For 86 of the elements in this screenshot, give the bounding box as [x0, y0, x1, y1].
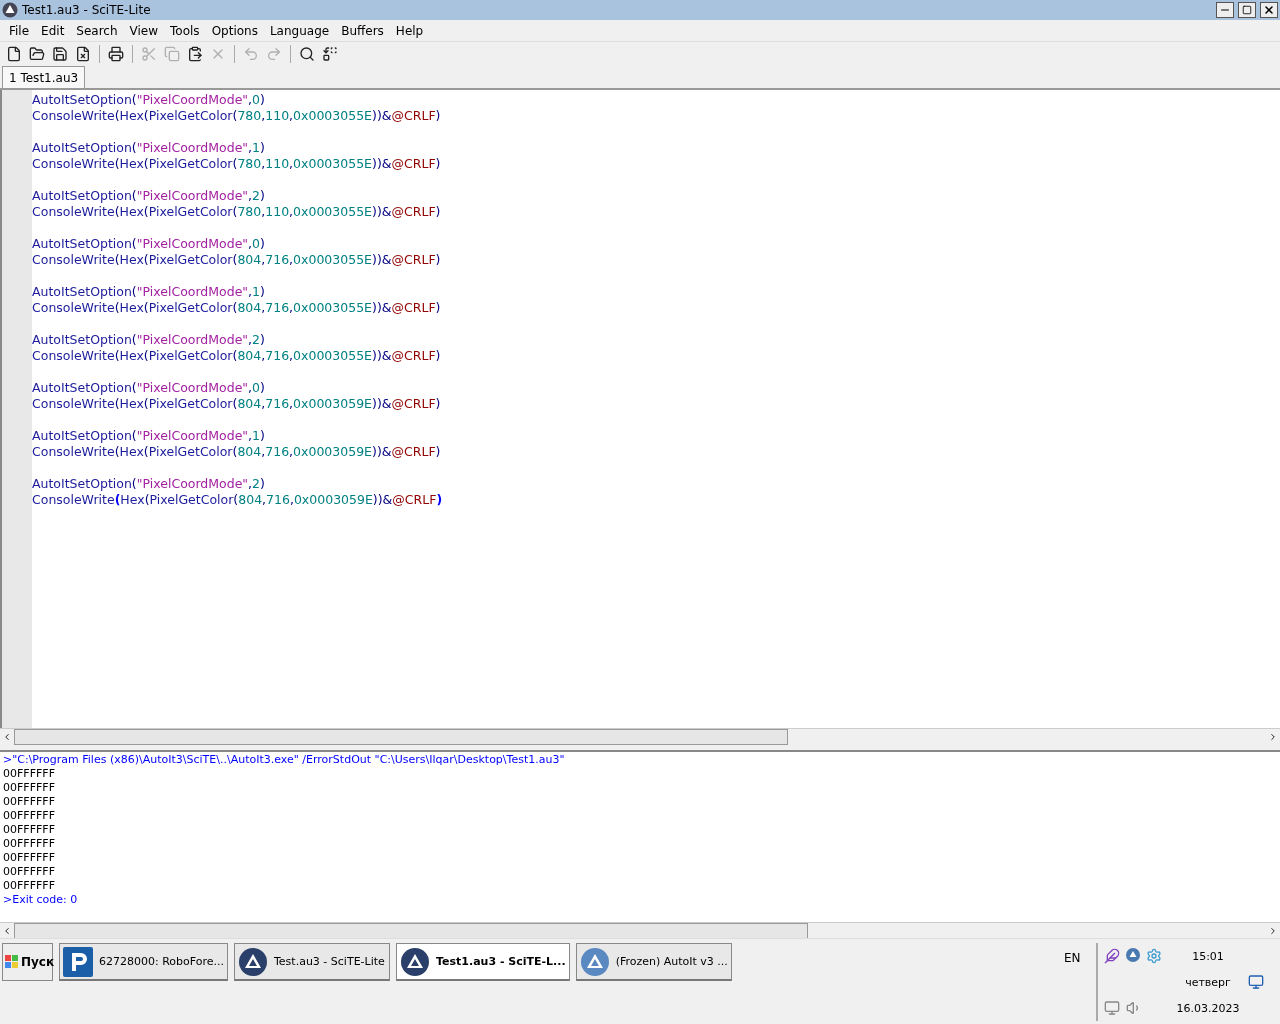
folder-icon: [29, 46, 45, 62]
output-line: 00FFFFFF: [3, 795, 56, 809]
horizontal-scrollbar[interactable]: [0, 922, 1280, 938]
undo-icon: [243, 46, 259, 62]
code-line: AutoItSetOption("PixelCoordMode",0): [32, 380, 266, 396]
taskbar-button[interactable]: (Frozen) AutoIt v3 ...: [575, 943, 732, 981]
output-line: 00FFFFFF: [3, 809, 56, 823]
taskbar-button[interactable]: 62728000: RoboFore...: [59, 943, 228, 981]
copy-icon: [164, 46, 180, 62]
scroll-right-icon[interactable]: [1268, 926, 1278, 936]
app-logo-icon: [400, 946, 430, 977]
network-icon[interactable]: [1104, 1000, 1120, 1016]
toolbar-button[interactable]: [50, 44, 70, 64]
minimize-button[interactable]: [1216, 2, 1234, 18]
code-line: ConsoleWrite(Hex(PixelGetColor(804,716,0x0003059E))&@CRLF): [32, 492, 444, 508]
code-line: AutoItSetOption("PixelCoordMode",1): [32, 428, 266, 444]
restore-icon: [1242, 5, 1252, 15]
close-icon: [1263, 4, 1275, 16]
desktop-icon[interactable]: [1248, 974, 1264, 990]
replace-icon: [322, 46, 338, 62]
close-button[interactable]: [1260, 2, 1278, 18]
code-line: AutoItSetOption("PixelCoordMode",0): [32, 236, 266, 252]
output-line: 00FFFFFF: [3, 781, 56, 795]
windows-logo-icon: [5, 955, 19, 969]
code-line: ConsoleWrite(Hex(PixelGetColor(780,110,0x0003055E))&@CRLF): [32, 156, 442, 172]
taskbar-button[interactable]: Test1.au3 - SciTE-L...: [396, 943, 570, 981]
output-line: 00FFFFFF: [3, 865, 56, 879]
new-file-icon: [6, 46, 22, 62]
scroll-right-icon[interactable]: [1268, 732, 1278, 742]
output-line: >Exit code: 0: [3, 893, 79, 907]
output-line: 00FFFFFF: [3, 767, 56, 781]
output-line: 00FFFFFF: [3, 837, 56, 851]
code-line: AutoItSetOption("PixelCoordMode",2): [32, 476, 266, 492]
app-logo-icon: [579, 946, 610, 977]
clock-day: четверг: [1168, 975, 1248, 989]
save-icon: [52, 46, 68, 62]
search-icon: [299, 46, 315, 62]
menu-item[interactable]: Edit: [35, 23, 71, 38]
app-logo-icon: [238, 946, 268, 977]
code-line: AutoItSetOption("PixelCoordMode",1): [32, 140, 266, 156]
code-line: ConsoleWrite(Hex(PixelGetColor(804,716,0x0003055E))&@CRLF): [32, 300, 442, 316]
output-line: 00FFFFFF: [3, 851, 56, 865]
code-line: ConsoleWrite(Hex(PixelGetColor(804,716,0x0003059E))&@CRLF): [32, 396, 442, 412]
app-logo-icon: [2, 2, 18, 18]
menu-item[interactable]: Language: [263, 23, 336, 38]
scroll-left-icon[interactable]: [2, 926, 12, 936]
menu-item[interactable]: Buffers: [335, 23, 390, 38]
code-line: ConsoleWrite(Hex(PixelGetColor(804,716,0x0003059E))&@CRLF): [32, 444, 442, 460]
feather-icon[interactable]: [1104, 948, 1120, 964]
app-logo-icon: [63, 946, 93, 977]
menu-item[interactable]: Search: [70, 23, 124, 38]
code-line: AutoItSetOption("PixelCoordMode",1): [32, 284, 266, 300]
code-line: ConsoleWrite(Hex(PixelGetColor(780,110,0x0003055E))&@CRLF): [32, 108, 442, 124]
gear-icon[interactable]: [1146, 948, 1162, 964]
code-line: ConsoleWrite(Hex(PixelGetColor(780,110,0x0003055E))&@CRLF): [32, 204, 442, 220]
window-title: Test1.au3 - SciTE-Lite: [22, 3, 152, 17]
redo-icon: [266, 46, 282, 62]
horizontal-scrollbar[interactable]: [0, 728, 1280, 744]
menu-item[interactable]: Options: [205, 23, 264, 38]
clock-time: 15:01: [1191, 949, 1225, 963]
code-line: ConsoleWrite(Hex(PixelGetColor(804,716,0x0003055E))&@CRLF): [32, 348, 442, 364]
toolbar-button[interactable]: [106, 44, 126, 64]
code-line: AutoItSetOption("PixelCoordMode",2): [32, 332, 266, 348]
code-line: ConsoleWrite(Hex(PixelGetColor(804,716,0x0003055E))&@CRLF): [32, 252, 442, 268]
scissors-icon: [141, 46, 157, 62]
restore-button[interactable]: [1238, 2, 1256, 18]
printer-icon: [108, 46, 124, 62]
close-file-icon: [75, 46, 91, 62]
scroll-left-icon[interactable]: [2, 732, 12, 742]
code-line: AutoItSetOption("PixelCoordMode",0): [32, 92, 266, 108]
output-line: 00FFFFFF: [3, 879, 56, 893]
output-line: 00FFFFFF: [3, 823, 56, 837]
code-line: AutoItSetOption("PixelCoordMode",2): [32, 188, 266, 204]
menu-item[interactable]: View: [123, 23, 165, 38]
paste-icon: [187, 46, 203, 62]
menu-item[interactable]: File: [3, 23, 36, 38]
output-line: >"C:\Program Files (x86)\AutoIt3\SciTE\..\AutoIt3.exe" /ErrorStdOut "C:\Users\Ilqar\Desktop\Test1.au3": [3, 753, 566, 767]
taskbar-button[interactable]: Test.au3 - SciTE-Lite: [234, 943, 390, 981]
toolbar-button[interactable]: [320, 44, 340, 64]
clock-date: 16.03.2023: [1175, 1001, 1241, 1015]
menu-item[interactable]: Help: [389, 23, 430, 38]
start-button[interactable]: Пуск: [2, 943, 53, 981]
language-indicator[interactable]: EN: [1064, 943, 1090, 965]
file-tab[interactable]: 1 Test1.au3: [2, 66, 86, 88]
menu-item[interactable]: Tools: [164, 23, 206, 38]
app-logo-icon[interactable]: [1126, 948, 1140, 962]
